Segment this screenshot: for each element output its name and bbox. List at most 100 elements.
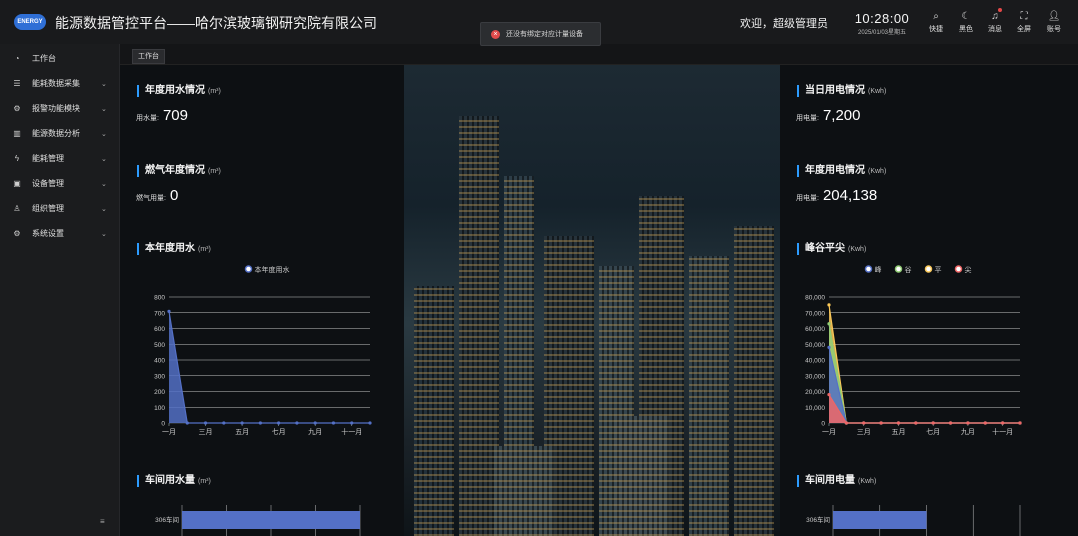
x-tick-label: 九月 bbox=[961, 427, 975, 436]
data-point bbox=[931, 421, 935, 425]
x-tick-label: 七月 bbox=[926, 427, 940, 436]
elec-year-title: 年度用电情况 (Kwh) bbox=[797, 165, 886, 177]
sidebar-item-org[interactable]: ♙ 组织管理 ⌄ bbox=[0, 196, 119, 221]
sidebar-item-data-collection[interactable]: ☰ 能耗数据采集 ⌄ bbox=[0, 71, 119, 96]
collapse-menu-icon[interactable]: ≡ bbox=[100, 517, 110, 527]
x-tick-label: 九月 bbox=[308, 427, 322, 436]
list-icon: ☰ bbox=[13, 79, 21, 88]
sidebar-item-alarm[interactable]: ⚙ 报警功能模块 ⌄ bbox=[0, 96, 119, 121]
sidebar-item-dashboard[interactable]: ◔ 工作台 bbox=[0, 46, 119, 71]
workshop-elec-title: 车间用电量 (Kwh) bbox=[797, 475, 876, 487]
y-tick-label: 600 bbox=[154, 326, 165, 333]
chevron-down-icon: ⌄ bbox=[101, 80, 107, 88]
y-tick-label: 70,000 bbox=[805, 310, 825, 317]
x-tick-label: 三月 bbox=[857, 428, 871, 436]
tab-workbench[interactable]: 工作台 bbox=[132, 49, 165, 64]
elec-day-value: 7,200 bbox=[822, 107, 861, 124]
tab-bar: 工作台 bbox=[120, 44, 1078, 65]
gas-year-title: 燃气年度情况 (m³) bbox=[137, 165, 221, 177]
workshop-water-title-text: 车间用水量 bbox=[145, 475, 195, 486]
x-tick-label: 十一月 bbox=[992, 427, 1013, 436]
category-label: 306车间 bbox=[155, 515, 179, 524]
elec-day-title: 当日用电情况 (Kwh) bbox=[797, 85, 886, 97]
data-point bbox=[203, 421, 208, 425]
messages-button[interactable]: ♫ 消息 bbox=[982, 8, 1008, 34]
gas-year-stat: 燃气用量: 0 bbox=[136, 187, 178, 205]
account-button[interactable]: 👤︎ 账号 bbox=[1041, 10, 1067, 34]
chevron-down-icon: ⌄ bbox=[101, 130, 107, 138]
org-icon: ♙ bbox=[13, 204, 21, 213]
sidebar-item-settings[interactable]: ⚙ 系统设置 ⌄ bbox=[0, 221, 119, 246]
elec-year-label: 用电量: bbox=[796, 195, 819, 202]
workshop-elec-title-text: 车间用电量 bbox=[805, 475, 855, 486]
settings-icon: ⚙ bbox=[13, 229, 21, 238]
y-tick-label: 30,000 bbox=[805, 373, 825, 380]
moon-icon: ☾ bbox=[961, 11, 971, 22]
welcome-text: 欢迎，超级管理员 bbox=[740, 18, 828, 30]
y-tick-label: 700 bbox=[154, 310, 165, 317]
fullscreen-button[interactable]: ⛶ 全屏 bbox=[1011, 10, 1037, 34]
data-point bbox=[879, 421, 883, 425]
sidebar-item-devices[interactable]: ▣ 设备管理 ⌄ bbox=[0, 171, 119, 196]
shortcut-label: 快捷 bbox=[929, 26, 943, 33]
water-year-title-text: 年度用水情况 bbox=[145, 85, 205, 96]
elec-year-unit: (Kwh) bbox=[868, 168, 887, 175]
data-point bbox=[862, 421, 866, 425]
category-label: 306车间 bbox=[806, 515, 830, 524]
data-point bbox=[368, 421, 372, 425]
sidebar-item-analysis[interactable]: ▥ 能源数据分析 ⌄ bbox=[0, 121, 119, 146]
clock-date: 2025/01/03星期五 bbox=[857, 30, 907, 36]
fullscreen-icon: ⛶ bbox=[1020, 11, 1028, 22]
elec-day-unit: (Kwh) bbox=[868, 88, 887, 95]
sidebar-item-energy[interactable]: ϟ 能耗管理 ⌄ bbox=[0, 146, 119, 171]
sidebar-item-label: 报警功能模块 bbox=[32, 104, 80, 113]
legend-label: 平 bbox=[935, 266, 942, 274]
dashboard-main: 年度用水情况 (m³) 用水量: 709 燃气年度情况 (m³) 燃气用量: 0 本年度… bbox=[120, 65, 1078, 536]
shortcut-button[interactable]: ⌕ 快捷 bbox=[923, 10, 949, 34]
data-point bbox=[948, 421, 953, 425]
data-point bbox=[983, 421, 987, 425]
elec-day-stat: 用电量: 7,200 bbox=[796, 107, 861, 125]
series-line-尖 bbox=[828, 394, 1020, 424]
y-tick-label: 200 bbox=[154, 389, 165, 396]
gas-year-value: 0 bbox=[169, 187, 179, 204]
elec-year-title-text: 年度用电情况 bbox=[805, 165, 865, 176]
gas-year-title-text: 燃气年度情况 bbox=[145, 165, 205, 176]
theme-label: 黑色 bbox=[959, 26, 973, 33]
y-tick-label: 800 bbox=[154, 295, 165, 302]
y-tick-label: 500 bbox=[154, 342, 165, 349]
gas-year-unit: (m³) bbox=[208, 168, 221, 175]
theme-button[interactable]: ☾ 黑色 bbox=[953, 10, 979, 34]
search-icon: ⌕ bbox=[933, 11, 939, 22]
bolt-icon: ϟ bbox=[14, 154, 20, 163]
data-point bbox=[827, 322, 831, 326]
y-tick-label: 0 bbox=[821, 421, 825, 428]
y-tick-label: 400 bbox=[154, 358, 165, 365]
elec-day-title-text: 当日用电情况 bbox=[805, 85, 865, 96]
data-point bbox=[185, 421, 189, 425]
peak-chart-unit: (Kwh) bbox=[848, 246, 867, 253]
data-point bbox=[331, 421, 336, 425]
legend-marker bbox=[864, 265, 873, 273]
clock: 10:28:00 2025/01/03星期五 bbox=[850, 11, 914, 36]
data-point bbox=[240, 421, 244, 425]
messages-label: 消息 bbox=[988, 26, 1002, 33]
water-year-title: 年度用水情况 (m³) bbox=[137, 85, 221, 97]
data-point bbox=[295, 421, 299, 425]
data-point bbox=[844, 421, 848, 425]
y-tick-label: 40,000 bbox=[805, 358, 825, 365]
water-year-unit: (m³) bbox=[208, 88, 221, 95]
x-tick-label: 五月 bbox=[235, 428, 249, 436]
chevron-down-icon: ⌄ bbox=[101, 105, 107, 113]
elec-year-stat: 用电量: 204,138 bbox=[796, 187, 877, 205]
y-tick-label: 60,000 bbox=[805, 326, 825, 333]
chevron-down-icon: ⌄ bbox=[101, 205, 107, 213]
y-tick-label: 80,000 bbox=[805, 295, 825, 302]
water-year-value: 709 bbox=[162, 107, 188, 124]
data-point bbox=[1018, 421, 1022, 425]
x-tick-label: 七月 bbox=[272, 427, 286, 436]
fullscreen-label: 全屏 bbox=[1017, 26, 1031, 33]
data-point bbox=[167, 309, 171, 313]
data-point bbox=[313, 421, 317, 425]
legend-marker bbox=[244, 265, 253, 273]
